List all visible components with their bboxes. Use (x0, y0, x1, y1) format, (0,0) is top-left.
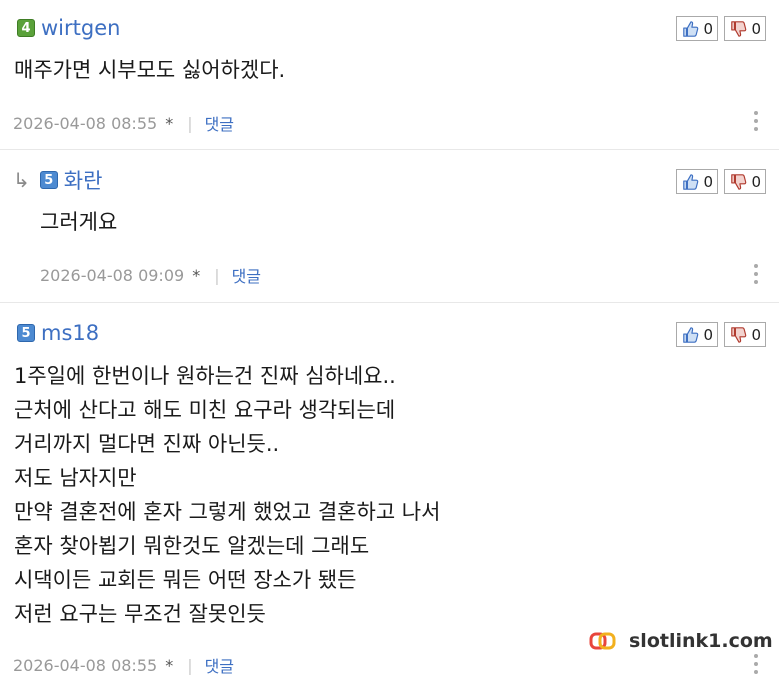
more-vertical-icon[interactable] (753, 111, 759, 131)
like-button[interactable]: 0 (676, 322, 718, 347)
level-icon: 4 (17, 19, 35, 37)
nickname-link[interactable]: 화란 (64, 165, 103, 195)
comment-date: 2026-04-08 09:09 (40, 265, 185, 285)
thumbs-down-icon (731, 326, 747, 343)
thumbs-down-icon (731, 173, 747, 190)
meta-separator: | (187, 655, 193, 675)
comment-divider (0, 302, 779, 303)
thumbs-up-icon (683, 20, 699, 37)
comment-text: 그러게요 (40, 210, 118, 234)
vote-buttons: 0 0 (676, 16, 766, 41)
like-count: 0 (703, 172, 713, 191)
watermark-text: slotlink1.com (629, 630, 773, 652)
vote-buttons: 0 0 (676, 322, 766, 347)
comment-date: 2026-04-08 08:55 (13, 113, 158, 133)
nickname-link[interactable]: wirtgen (41, 16, 120, 40)
comment-header: 4 wirtgen (17, 15, 120, 41)
watermark-logo-icon (589, 632, 616, 650)
comment-meta: 2026-04-08 08:55 * | 댓글 (13, 653, 234, 677)
level-icon: 5 (17, 324, 35, 342)
comment-text: 1주일에 한번이나 원하는건 진짜 심하네요.. 근처에 산다고 해도 미친 요… (14, 364, 441, 626)
dislike-button[interactable]: 0 (724, 16, 766, 41)
reply-link[interactable]: 댓글 (205, 111, 234, 135)
thumbs-down-icon (731, 20, 747, 37)
more-vertical-icon[interactable] (753, 654, 759, 674)
comment-header: 5 ms18 (17, 320, 99, 346)
thumbs-up-icon (683, 173, 699, 190)
comment-meta: 2026-04-08 08:55 * | 댓글 (13, 111, 234, 135)
report-star[interactable]: * (165, 656, 173, 675)
reply-link[interactable]: 댓글 (232, 263, 261, 287)
dislike-count: 0 (751, 19, 761, 38)
dislike-count: 0 (751, 172, 761, 191)
thumbs-up-icon (683, 326, 699, 343)
comment-date: 2026-04-08 08:55 (13, 655, 158, 675)
dislike-button[interactable]: 0 (724, 169, 766, 194)
watermark: slotlink1.com (589, 630, 773, 652)
dislike-button[interactable]: 0 (724, 322, 766, 347)
comment-header: ↳ 5 화란 (13, 167, 102, 193)
like-button[interactable]: 0 (676, 16, 718, 41)
like-count: 0 (703, 325, 713, 344)
nickname-link[interactable]: ms18 (41, 321, 99, 345)
reply-arrow-icon: ↳ (13, 168, 30, 192)
like-button[interactable]: 0 (676, 169, 718, 194)
comment-meta: 2026-04-08 09:09 * | 댓글 (40, 263, 261, 287)
dislike-count: 0 (751, 325, 761, 344)
comment-text: 매주가면 시부모도 싫어하겠다. (14, 58, 286, 82)
meta-separator: | (214, 265, 220, 285)
like-count: 0 (703, 19, 713, 38)
vote-buttons: 0 0 (676, 169, 766, 194)
comment-divider (0, 149, 779, 150)
report-star[interactable]: * (192, 266, 200, 285)
level-icon: 5 (39, 171, 58, 189)
meta-separator: | (187, 113, 193, 133)
report-star[interactable]: * (165, 114, 173, 133)
more-vertical-icon[interactable] (753, 264, 759, 284)
reply-link[interactable]: 댓글 (205, 653, 234, 677)
